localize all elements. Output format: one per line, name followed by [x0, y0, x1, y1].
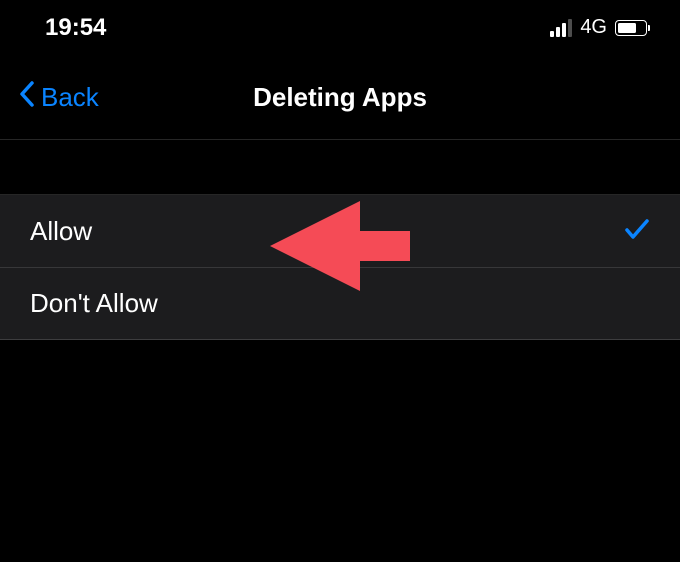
option-allow[interactable]: Allow [0, 195, 680, 267]
option-label: Don't Allow [30, 288, 158, 319]
back-button[interactable]: Back [0, 80, 99, 115]
option-label: Allow [30, 216, 92, 247]
nav-bar: Back Deleting Apps [0, 55, 680, 140]
checkmark-icon [624, 217, 650, 246]
back-label: Back [41, 82, 99, 113]
status-indicators: 4G [550, 16, 650, 39]
page-title: Deleting Apps [253, 82, 427, 113]
section-spacer [0, 140, 680, 195]
signal-icon [550, 19, 572, 37]
network-type: 4G [580, 16, 607, 39]
battery-icon [615, 20, 650, 36]
status-time: 19:54 [45, 14, 106, 42]
status-bar: 19:54 4G [0, 0, 680, 55]
option-dont-allow[interactable]: Don't Allow [0, 267, 680, 339]
options-list: Allow Don't Allow [0, 195, 680, 340]
chevron-left-icon [18, 80, 35, 115]
